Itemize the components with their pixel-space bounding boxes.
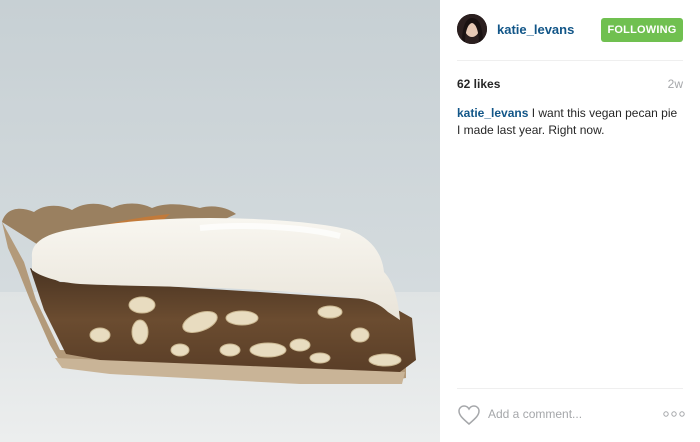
post-timestamp[interactable]: 2w [668,77,683,91]
post-photo[interactable] [0,0,440,442]
post-username[interactable]: katie_levans [497,22,574,37]
instagram-post: katie_levans FOLLOWING 62 likes 2w katie… [0,0,700,442]
avatar-photo [457,14,487,44]
post-caption: katie_levans I want this vegan pecan pie… [457,105,683,139]
pie-photo-illustration [0,0,440,442]
post-header: katie_levans FOLLOWING [440,0,700,60]
caption-username[interactable]: katie_levans [457,106,528,120]
more-options-icon[interactable] [662,407,686,419]
footer-divider [457,388,683,389]
comment-input[interactable] [488,405,638,423]
avatar[interactable] [457,14,487,44]
following-button[interactable]: FOLLOWING [601,18,683,42]
heart-icon[interactable] [457,404,481,426]
header-divider [457,60,683,61]
post-sidebar: katie_levans FOLLOWING 62 likes 2w katie… [440,0,700,442]
likes-count[interactable]: 62 likes [457,77,500,91]
